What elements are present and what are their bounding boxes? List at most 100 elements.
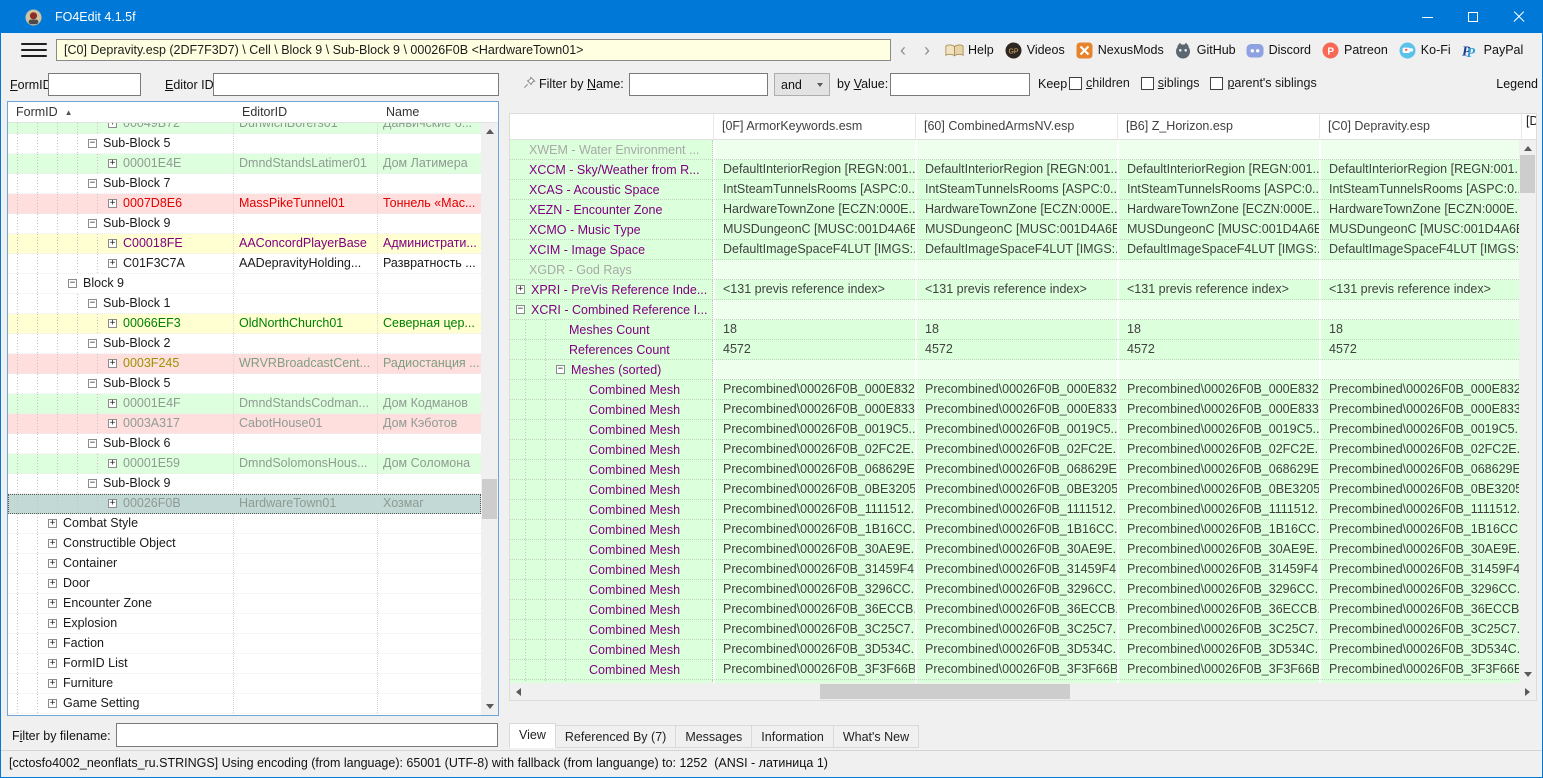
grid-cell[interactable]: IntSteamTunnelsRooms [ASPC:0... bbox=[915, 180, 1117, 200]
grid-cell[interactable]: Precombined\00026F0B_3F3F66B... bbox=[915, 660, 1117, 680]
grid-cell[interactable]: Precombined\00026F0B_30AE9E... bbox=[1117, 540, 1319, 560]
maximize-button[interactable] bbox=[1450, 1, 1496, 33]
grid-cell[interactable]: 18 bbox=[915, 320, 1117, 340]
grid-row[interactable]: Combined MeshPrecombined\00026F0B_3296CC… bbox=[510, 580, 1521, 600]
scroll-left-icon[interactable] bbox=[510, 683, 527, 700]
checkbox-siblings[interactable]: siblings bbox=[1141, 76, 1200, 90]
tree-record-row[interactable]: +0003F245WRVRBroadcastCent...Радиостанци… bbox=[8, 354, 481, 374]
expand-icon[interactable]: + bbox=[108, 319, 117, 328]
grid-row[interactable]: References Count4572457245724572 bbox=[510, 340, 1521, 360]
grid-cell[interactable]: Precombined\00026F0B_0019C5... bbox=[1117, 420, 1319, 440]
grid-row[interactable]: Combined MeshPrecombined\00026F0B_1B16CC… bbox=[510, 520, 1521, 540]
grid-cell[interactable]: Precombined\00026F0B_36ECCB... bbox=[1117, 600, 1319, 620]
tree-node-row[interactable]: −Sub-Block 9 bbox=[8, 474, 481, 494]
scroll-down-icon[interactable] bbox=[1519, 666, 1536, 683]
tab-view[interactable]: View bbox=[509, 723, 556, 748]
grid-row[interactable]: XGDR - God Rays bbox=[510, 260, 1521, 280]
grid-cell[interactable]: Precombined\00026F0B_000E832... bbox=[1319, 380, 1521, 400]
link-videos[interactable]: GPVideos bbox=[1004, 41, 1065, 59]
grid-cell[interactable]: Precombined\00026F0B_02FC2E... bbox=[713, 440, 915, 460]
pin-icon[interactable] bbox=[523, 76, 536, 92]
grid-cell[interactable]: Precombined\00026F0B_1B16CC... bbox=[1319, 520, 1521, 540]
link-help[interactable]: Help bbox=[945, 41, 994, 59]
column-header-formid[interactable]: FormID▲ bbox=[8, 102, 234, 122]
grid-cell[interactable]: HardwareTownZone [ECZN:000E... bbox=[1117, 200, 1319, 220]
tree-node-row[interactable]: −Sub-Block 1 bbox=[8, 294, 481, 314]
grid-cell[interactable]: Precombined\00026F0B_0BE3205... bbox=[1117, 480, 1319, 500]
legend-link[interactable]: Legend bbox=[1496, 77, 1538, 91]
tree-record-row[interactable]: +C00018FEAAConcordPlayerBaseАдминистрати… bbox=[8, 234, 481, 254]
expand-icon[interactable]: + bbox=[108, 159, 117, 168]
tab-messages[interactable]: Messages bbox=[675, 725, 752, 748]
filter-by-value-input[interactable] bbox=[890, 73, 1030, 96]
grid-cell[interactable]: Precombined\00026F0B_0019C5... bbox=[915, 420, 1117, 440]
expand-icon[interactable]: + bbox=[108, 259, 117, 268]
collapse-icon[interactable]: − bbox=[88, 439, 97, 448]
grid-cell[interactable]: DefaultInteriorRegion [REGN:001... bbox=[1117, 160, 1319, 180]
tree-record-row[interactable]: +00001E59DmndSolomonsHous...Дом Соломона bbox=[8, 454, 481, 474]
grid-cell[interactable]: Precombined\00026F0B_3D534C... bbox=[1117, 640, 1319, 660]
grid-cell[interactable]: 18 bbox=[713, 320, 915, 340]
grid-cell[interactable]: Precombined\00026F0B_1B16CC... bbox=[713, 520, 915, 540]
grid-row[interactable]: Combined MeshPrecombined\00026F0B_000E83… bbox=[510, 380, 1521, 400]
tree-node-row[interactable]: +Game Setting bbox=[8, 694, 481, 714]
grid-row[interactable]: −Meshes (sorted) bbox=[510, 360, 1521, 380]
tree-node-row[interactable]: +Combat Style bbox=[8, 514, 481, 534]
grid-cell[interactable]: Precombined\00026F0B_3D534C... bbox=[713, 640, 915, 660]
close-button[interactable] bbox=[1496, 1, 1542, 33]
grid-cell[interactable]: 4572 bbox=[1319, 340, 1521, 360]
grid-row[interactable]: XCMO - Music TypeMUSDungeonC [MUSC:001D4… bbox=[510, 220, 1521, 240]
grid-cell[interactable]: Precombined\00026F0B_3296CC... bbox=[915, 580, 1117, 600]
expand-icon[interactable]: + bbox=[108, 419, 117, 428]
minimize-button[interactable] bbox=[1404, 1, 1450, 33]
grid-cell[interactable]: Precombined\00026F0B_3F3F66B... bbox=[713, 660, 915, 680]
grid-cell[interactable] bbox=[1319, 360, 1521, 380]
grid-cell[interactable] bbox=[1319, 300, 1521, 320]
grid-cell[interactable]: Precombined\00026F0B_3296CC... bbox=[1117, 580, 1319, 600]
tree-vertical-scrollbar[interactable] bbox=[481, 123, 498, 715]
link-patreon[interactable]: PPatreon bbox=[1321, 41, 1388, 59]
checkbox-children[interactable]: children bbox=[1069, 76, 1130, 90]
grid-cell[interactable]: Precombined\00026F0B_3C25C7... bbox=[915, 620, 1117, 640]
grid-cell[interactable]: Precombined\00026F0B_0BE3205... bbox=[1319, 480, 1521, 500]
scrollbar-thumb[interactable] bbox=[820, 684, 1070, 699]
grid-row[interactable]: +XPRI - PreVis Reference Inde...<131 pre… bbox=[510, 280, 1521, 300]
collapse-icon[interactable]: − bbox=[88, 299, 97, 308]
tree-node-row[interactable]: −Block 9 bbox=[8, 274, 481, 294]
grid-cell[interactable]: MUSDungeonC [MUSC:001D4A6E] bbox=[1117, 220, 1319, 240]
grid-row[interactable]: Combined MeshPrecombined\00026F0B_30AE9E… bbox=[510, 540, 1521, 560]
grid-cell[interactable]: 4572 bbox=[915, 340, 1117, 360]
link-github[interactable]: GitHub bbox=[1174, 41, 1236, 59]
grid-row[interactable]: Combined MeshPrecombined\00026F0B_111151… bbox=[510, 500, 1521, 520]
grid-row[interactable]: XWEM - Water Environment ... bbox=[510, 140, 1521, 160]
tree-record-row[interactable]: +00001E4FDmndStandsCodman...Дом Кодманов bbox=[8, 394, 481, 414]
expand-icon[interactable]: + bbox=[108, 399, 117, 408]
grid-cell[interactable]: 4572 bbox=[1117, 340, 1319, 360]
grid-cell[interactable]: Precombined\00026F0B_31459F4... bbox=[713, 560, 915, 580]
tree-node-row[interactable]: −Sub-Block 6 bbox=[8, 434, 481, 454]
grid-horizontal-scrollbar[interactable] bbox=[510, 683, 1536, 700]
grid-cell[interactable]: Precombined\00026F0B_3296CC... bbox=[713, 580, 915, 600]
link-ko-fi[interactable]: Ko-Fi bbox=[1398, 41, 1451, 59]
grid-cell[interactable]: Precombined\00026F0B_30AE9E... bbox=[1319, 540, 1521, 560]
grid-cell[interactable] bbox=[1117, 300, 1319, 320]
grid-cell[interactable]: MUSDungeonC [MUSC:001D4A6E] bbox=[915, 220, 1117, 240]
grid-cell[interactable]: Precombined\00026F0B_3F3F66B... bbox=[1319, 660, 1521, 680]
grid-cell[interactable]: IntSteamTunnelsRooms [ASPC:0... bbox=[713, 180, 915, 200]
grid-row[interactable]: XEZN - Encounter ZoneHardwareTownZone [E… bbox=[510, 200, 1521, 220]
expand-icon[interactable]: + bbox=[48, 519, 57, 528]
grid-row[interactable]: Combined MeshPrecombined\00026F0B_000E83… bbox=[510, 400, 1521, 420]
grid-cell[interactable]: Precombined\00026F0B_30AE9E... bbox=[915, 540, 1117, 560]
tab-information[interactable]: Information bbox=[751, 725, 834, 748]
tree-node-row[interactable]: −Sub-Block 7 bbox=[8, 174, 481, 194]
link-nexusmods[interactable]: NexusMods bbox=[1075, 41, 1164, 59]
grid-row[interactable]: Combined MeshPrecombined\00026F0B_3D534C… bbox=[510, 640, 1521, 660]
expand-icon[interactable]: + bbox=[48, 539, 57, 548]
grid-cell[interactable]: Precombined\00026F0B_068629E... bbox=[915, 460, 1117, 480]
editorid-input[interactable] bbox=[213, 73, 499, 96]
grid-row[interactable]: XCIM - Image SpaceDefaultImageSpaceF4LUT… bbox=[510, 240, 1521, 260]
grid-row[interactable]: XCAS - Acoustic SpaceIntSteamTunnelsRoom… bbox=[510, 180, 1521, 200]
grid-cell[interactable] bbox=[1117, 260, 1319, 280]
grid-cell[interactable] bbox=[915, 260, 1117, 280]
grid-cell[interactable]: Precombined\00026F0B_02FC2E... bbox=[915, 440, 1117, 460]
